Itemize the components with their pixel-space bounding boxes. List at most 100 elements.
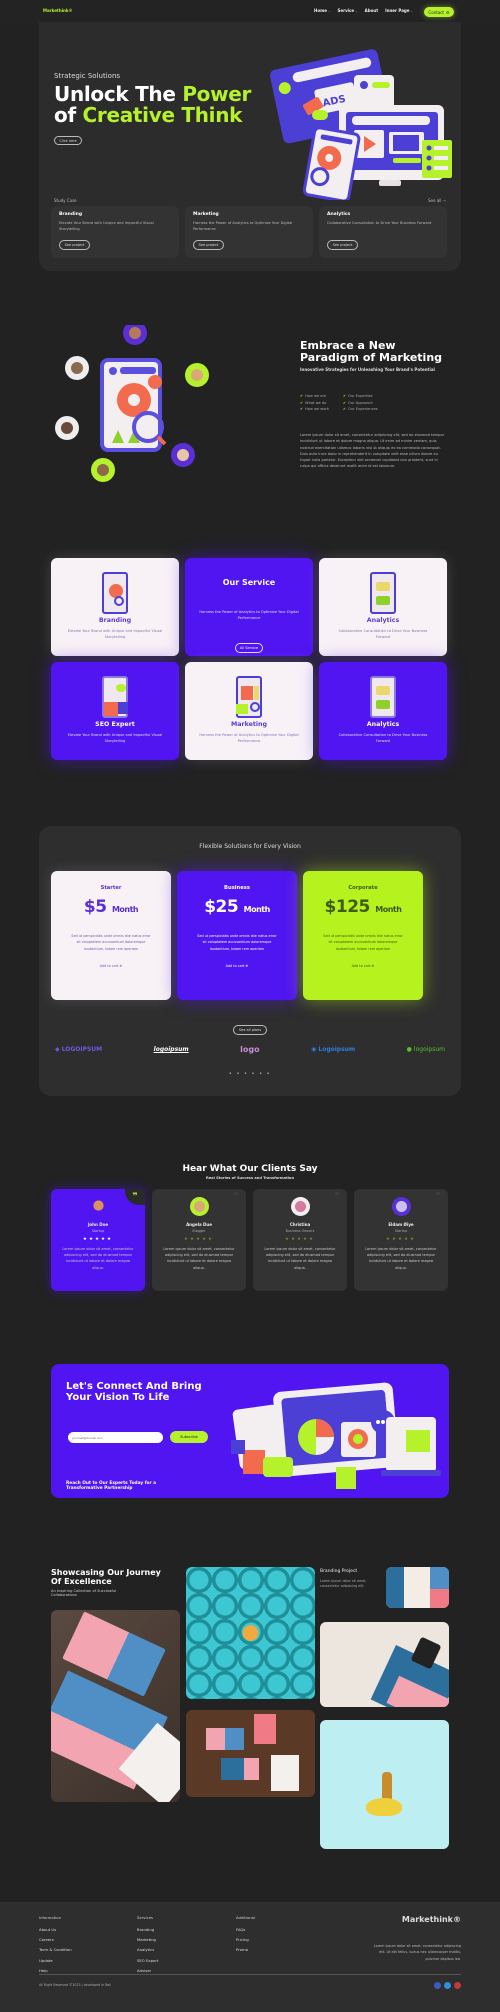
nav-item-home[interactable]: Home ⌄	[314, 8, 331, 13]
facebook-icon[interactable]	[434, 1982, 441, 1989]
plan-price: $5 Month	[51, 897, 171, 917]
testimonial-card[interactable]: ❞ John Doe Startup ★★★★★ Lorem ipsum dol…	[51, 1189, 145, 1291]
footer-column-information: Information About Us Careers Term & Cond…	[39, 1915, 72, 1978]
seo-icon	[102, 676, 128, 718]
check-label: Our Expertise	[348, 394, 373, 398]
add-to-cart-button[interactable]: Add to cart ⊕	[303, 964, 423, 968]
gallery-image-desk[interactable]	[186, 1710, 315, 1797]
see-project-button[interactable]: See project	[193, 240, 224, 250]
check-icon: ✔	[300, 407, 304, 411]
card-title: Marketing	[193, 212, 219, 217]
client-name: Christina	[289, 1222, 311, 1227]
footer-link[interactable]: Branding	[137, 1927, 158, 1932]
see-all-plans-button[interactable]: See all plans	[233, 1025, 267, 1035]
testimonial-card[interactable]: ❞ Christina Business Owners ★★★★★ Lorem …	[253, 1189, 347, 1291]
logo-text: logoipsum	[413, 1046, 445, 1053]
see-all-link[interactable]: See all ⇾	[428, 198, 446, 203]
footer-link[interactable]: FAQs	[236, 1927, 255, 1932]
hero-section: Strategic Solutions Unlock The Power of …	[39, 22, 461, 271]
footer-link[interactable]: Pricing	[236, 1937, 255, 1942]
contact-label: Contact	[428, 9, 444, 15]
logo-text: logoipsum	[153, 1046, 189, 1053]
copyright: All Right Reserved ©2023 | developed in …	[39, 1983, 112, 1987]
footer-link[interactable]: SEO Export	[137, 1958, 158, 1963]
service-title: Analytics	[366, 617, 400, 624]
price-amount: $125	[324, 897, 371, 917]
hero-title-highlight: Creative Think	[82, 103, 243, 127]
service-card-branding[interactable]: Branding Elevate Your Brand with Unique …	[51, 558, 179, 656]
plan-desc: Sed ut perspiciatis unde omnis iste natu…	[71, 934, 151, 951]
embrace-body: Lorem ipsum dolor sit amet, consectetur …	[300, 433, 445, 469]
nav-item-service[interactable]: Service ⌄	[338, 8, 358, 13]
email-input[interactable]	[68, 1432, 163, 1443]
footer-link[interactable]: About Us	[39, 1927, 72, 1932]
footer-link[interactable]: Marketing	[137, 1937, 158, 1942]
hero-kicker: Strategic Solutions	[54, 72, 121, 80]
testimonial-card[interactable]: ❞ Eldam Øiye Startup ★★★★★ Lorem ipsum d…	[354, 1189, 448, 1291]
partner-logo: ◆ LOGOIPSUM	[55, 1046, 102, 1053]
quote-icon: ❞	[334, 1192, 340, 1202]
branding-icon	[102, 572, 128, 614]
footer-link[interactable]: Term & Condition	[39, 1947, 72, 1952]
all-service-button[interactable]: All Service	[235, 643, 263, 653]
check-label: How we are	[305, 394, 327, 398]
nav-links: Home ⌄ Service ⌄ About Inner Page ⌄	[314, 8, 413, 13]
brand-logo[interactable]: Markethink®	[43, 8, 73, 13]
footer-link[interactable]: Adviser	[137, 1968, 158, 1973]
carousel-dots[interactable]: • • • • • •	[39, 1071, 461, 1077]
price-period: Month	[375, 905, 402, 914]
footer-link[interactable]: Help	[39, 1968, 72, 1973]
twitter-icon[interactable]	[444, 1982, 451, 1989]
service-card-seo-expert[interactable]: SEO Expert Elevate Your Brand with Uniqu…	[51, 662, 179, 760]
plan-desc: Sed ut perspiciatis unde omnis iste natu…	[197, 934, 277, 951]
gallery-subtitle: An Inspiring Collection of Successful Co…	[51, 1589, 117, 1597]
nav-item-inner-page[interactable]: Inner Page ⌄	[385, 8, 413, 13]
testimonial-text: Lorem ipsum dolor sit amet, consectetur …	[365, 1247, 437, 1270]
gallery-image-banana[interactable]	[320, 1720, 449, 1849]
feature-checklist: ✔ How we are ✔ Our Expertise ✔ What we do ✔…	[300, 394, 403, 411]
chevron-down-icon: ⌄	[327, 8, 331, 13]
logo-text: LOGOIPSUM	[61, 1046, 103, 1053]
see-project-button[interactable]: See project	[327, 240, 358, 250]
service-card-analytics[interactable]: Analytics Collaborative Consultation to …	[319, 558, 447, 656]
footer: Information About Us Careers Term & Cond…	[0, 1902, 500, 2012]
study-card-branding: Branding Elevate Your Brand with Unique a…	[51, 206, 179, 258]
testimonial-card[interactable]: ❞ Angela Due Blogger ★★★★★ Lorem ipsum d…	[152, 1189, 246, 1291]
service-title: Marketing	[230, 721, 268, 728]
add-to-cart-button[interactable]: Add to cart ⊕	[51, 964, 171, 968]
quote-icon: ❞	[233, 1192, 239, 1202]
gallery-image-eggs[interactable]	[186, 1567, 315, 1699]
service-card-marketing[interactable]: Marketing Harness the Power of Analytics…	[185, 662, 313, 760]
check-label: Our Approach	[348, 400, 373, 405]
footer-link[interactable]: Update	[39, 1958, 72, 1963]
gear-icon: ⚙	[445, 9, 450, 15]
logo-text: logo	[240, 1045, 260, 1054]
hero-illustration: ADS	[269, 49, 452, 200]
check-item: ✔ Our Experiences	[343, 407, 403, 411]
avatar	[391, 1197, 411, 1216]
gallery-image-branding-thumb[interactable]	[386, 1567, 449, 1608]
quote-icon: ❞	[435, 1192, 441, 1202]
card-title: Analytics	[327, 212, 351, 217]
footer-link[interactable]: Promo	[236, 1947, 255, 1952]
service-card-analytics-2[interactable]: Analytics Collaborative Consultation to …	[319, 662, 447, 760]
service-desc: Collaborative Consultation to Drive Your…	[338, 733, 428, 743]
gallery-image-digital-advertising[interactable]	[51, 1610, 180, 1802]
gallery-image-stationery[interactable]	[320, 1622, 449, 1707]
see-project-button[interactable]: See project	[59, 240, 90, 250]
check-label: What we do	[305, 400, 327, 405]
check-label: Our Experiences	[348, 407, 378, 411]
contact-button[interactable]: Contact ⚙	[424, 7, 454, 17]
nav-item-about[interactable]: About	[365, 8, 378, 13]
footer-link[interactable]: Analytics	[137, 1947, 158, 1952]
study-case-label: Study Case	[54, 198, 77, 203]
card-title: Branding	[59, 212, 83, 217]
partner-logo: ◉ Logoipsum	[311, 1046, 355, 1053]
hero-click-here-button[interactable]: Click here	[54, 136, 82, 145]
add-to-cart-button[interactable]: Add to cart ⊕	[177, 964, 297, 968]
youtube-icon[interactable]	[454, 1982, 461, 1989]
services-heading: Our Service	[222, 578, 276, 587]
check-icon: ✔	[343, 394, 347, 398]
footer-link[interactable]: Careers	[39, 1937, 72, 1942]
subscribe-button[interactable]: Subscribe	[170, 1431, 208, 1443]
